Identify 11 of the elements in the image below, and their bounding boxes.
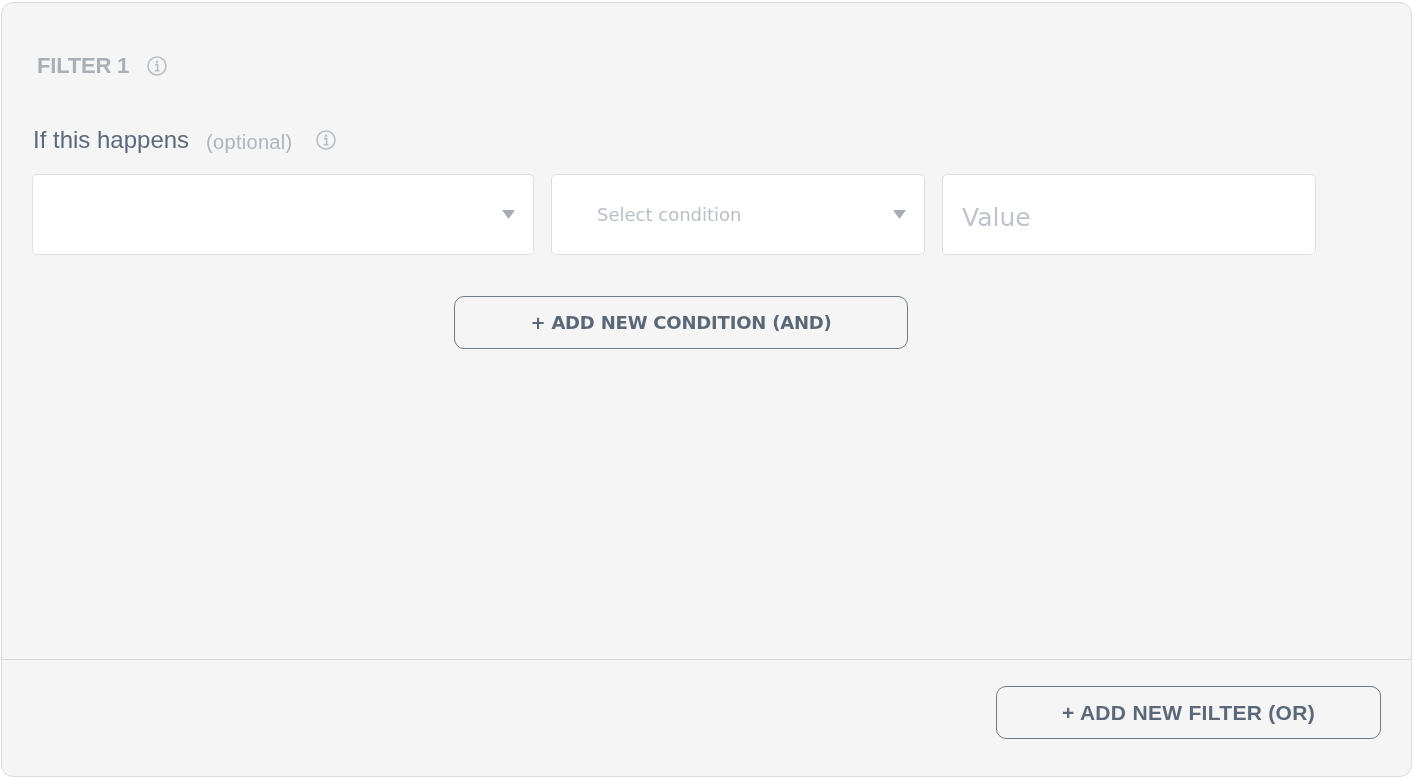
info-icon[interactable] — [315, 130, 336, 150]
caret-icon — [893, 210, 906, 219]
section-label: If this happens — [33, 125, 190, 155]
add-filter-button[interactable]: + ADD NEW FILTER (OR) — [996, 686, 1381, 739]
add-condition-button[interactable]: + ADD NEW CONDITION (AND) — [454, 296, 908, 349]
optional-hint: (optional) — [206, 130, 293, 154]
filter-title: FILTER 1 — [37, 53, 130, 79]
caret-icon — [502, 210, 515, 219]
value-field[interactable]: Value — [942, 174, 1316, 255]
info-icon[interactable] — [147, 56, 168, 76]
dropdown-field[interactable] — [32, 174, 534, 255]
